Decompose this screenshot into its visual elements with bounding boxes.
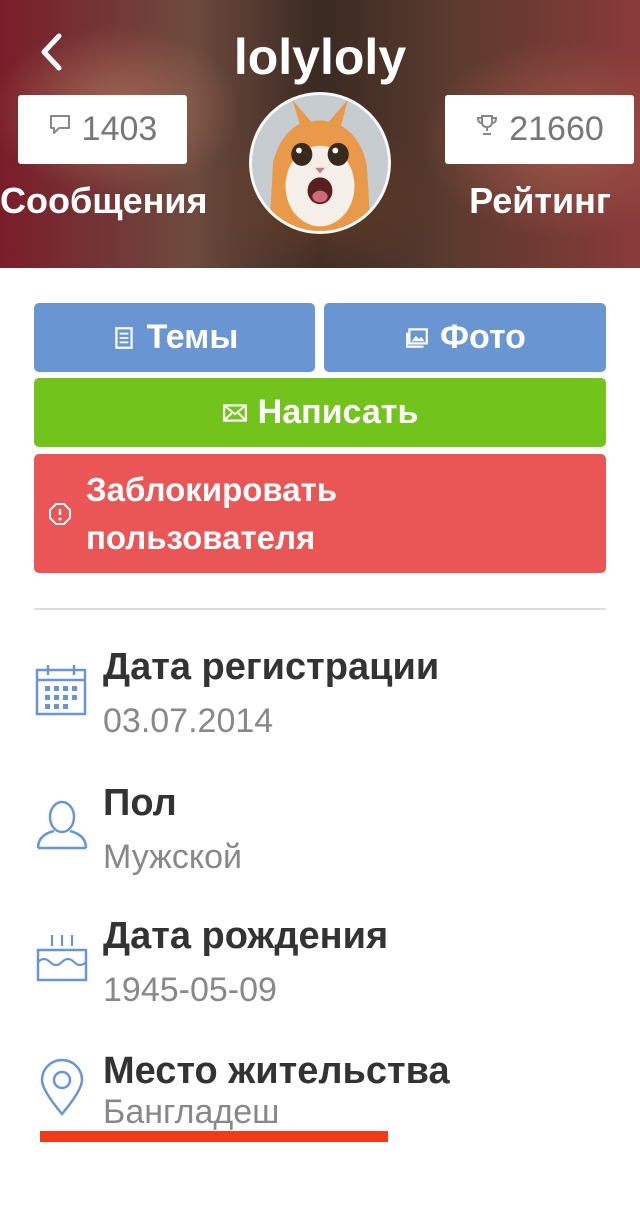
calendar-icon [34, 662, 90, 722]
rating-label: Рейтинг [469, 180, 611, 221]
gender-value: Мужской [103, 838, 242, 876]
cat-avatar-image [252, 95, 388, 231]
warning-octagon-icon [48, 502, 72, 526]
user-icon [34, 795, 90, 855]
envelope-icon [222, 400, 248, 426]
birth-date-value: 1945-05-09 [103, 971, 277, 1009]
location-pin-icon [34, 1058, 90, 1118]
rating-count-badge[interactable]: 21660 [445, 95, 634, 164]
profile-header: lolyloly 1403 Сообщения 21660 Рейтинг [0, 0, 640, 268]
birth-date-title: Дата рождения [103, 915, 389, 957]
avatar [249, 92, 391, 234]
topics-button[interactable]: Темы [34, 303, 315, 372]
residence-title: Место жительства [103, 1050, 450, 1092]
messages-count-badge[interactable]: 1403 [18, 95, 187, 164]
block-button-label: Заблокировать пользователя [86, 466, 337, 562]
gender-title: Пол [103, 782, 177, 824]
messages-count: 1403 [81, 110, 158, 148]
messages-label: Сообщения [0, 180, 208, 221]
registration-date-title: Дата регистрации [103, 646, 440, 688]
block-button-label-line2: пользователя [86, 518, 316, 556]
speech-bubble-icon [49, 114, 70, 134]
write-message-button[interactable]: Написать [34, 378, 606, 447]
block-button-label-line1: Заблокировать [86, 470, 338, 508]
topics-button-label: Темы [146, 318, 239, 356]
red-underline-annotation [40, 1131, 388, 1142]
username-title: lolyloly [233, 29, 407, 85]
write-button-label: Написать [257, 393, 419, 431]
rating-count: 21660 [509, 110, 604, 148]
trophy-icon [477, 114, 498, 135]
document-icon [111, 325, 137, 351]
image-icon [404, 325, 430, 351]
photo-button-label: Фото [440, 318, 526, 356]
birthday-cake-icon [34, 932, 90, 992]
section-divider [34, 608, 606, 610]
photo-button[interactable]: Фото [324, 303, 606, 372]
block-user-button[interactable]: Заблокировать пользователя [34, 454, 606, 573]
registration-date-value: 03.07.2014 [103, 702, 274, 740]
residence-value: Бангладеш [103, 1093, 280, 1131]
